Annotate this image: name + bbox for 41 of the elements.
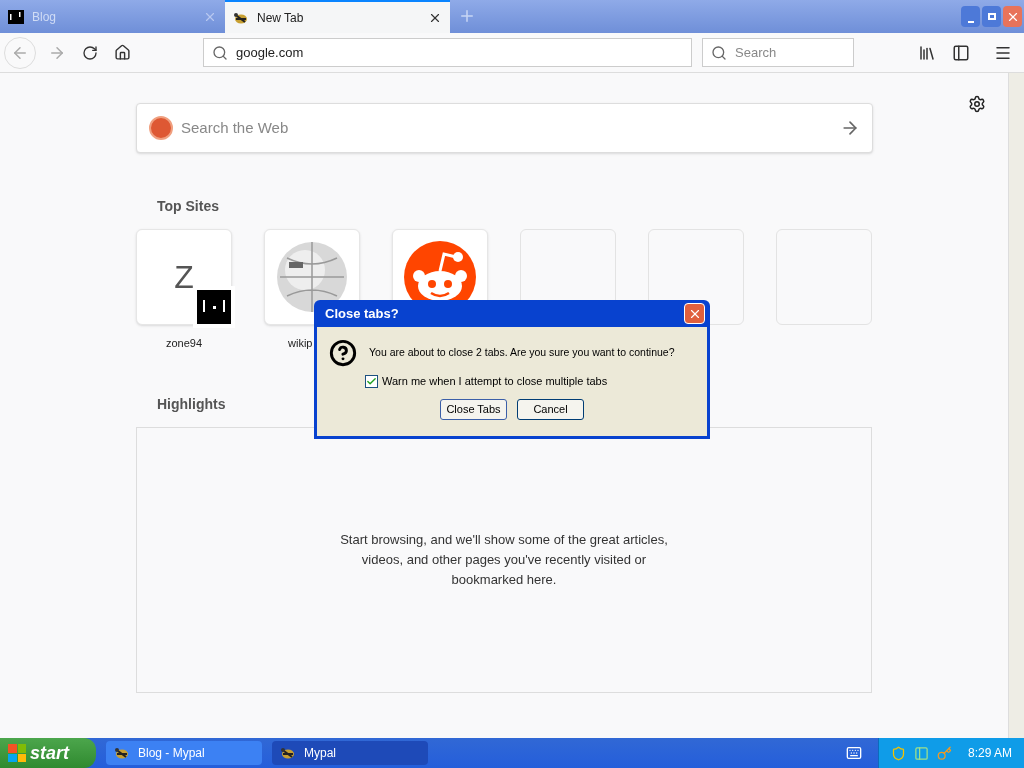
dialog-button[interactable]: Close Tabs xyxy=(440,398,507,420)
windows-logo xyxy=(8,744,26,762)
section-title: Highlights xyxy=(157,394,226,414)
checkbox[interactable] xyxy=(365,374,378,388)
section-title: Top Sites xyxy=(157,197,219,216)
settings-icon[interactable] xyxy=(968,95,986,113)
dialog-message: You are about to close 2 tabs. Are you sure you want to continue? xyxy=(369,345,675,361)
close-button[interactable] xyxy=(684,303,705,324)
clock: 8:29 AM xyxy=(967,745,1012,762)
minimize-button[interactable] xyxy=(961,6,980,27)
taskbar-button[interactable]: Mypal xyxy=(272,741,428,765)
site-label[interactable]: wikip xyxy=(288,335,313,352)
dialog-button[interactable]: Cancel xyxy=(517,398,584,420)
address-field[interactable]: google.com xyxy=(203,38,692,67)
restore-button[interactable] xyxy=(982,6,1001,27)
search-icon xyxy=(212,44,228,61)
duck-logo xyxy=(149,116,173,140)
sidebar-icon[interactable] xyxy=(952,43,970,62)
bug-icon xyxy=(233,10,249,25)
pong-icon xyxy=(8,9,24,24)
home-icon[interactable] xyxy=(114,44,131,61)
keyboard-icon[interactable] xyxy=(845,745,862,761)
pong-icon xyxy=(193,286,235,328)
dialog-title: Close tabs? xyxy=(325,304,399,323)
taskbar-button[interactable]: Blog - Mypal xyxy=(106,741,262,765)
bug-icon xyxy=(280,746,296,760)
site-label[interactable]: zone94 xyxy=(165,335,203,352)
library-icon[interactable] xyxy=(918,43,936,62)
empty-state-message: Start browsing, and we'll show some of the great articles, videos, and other pages you've recently visited or bookmarked here. xyxy=(339,530,669,589)
reload-icon[interactable] xyxy=(82,44,98,61)
checkbox-label[interactable]: Warn me when I attempt to close multiple tabs xyxy=(382,373,608,390)
start-button[interactable]: start xyxy=(0,738,96,768)
browser-tab[interactable]: New Tab xyxy=(225,0,450,33)
close-window-button[interactable] xyxy=(1003,6,1022,27)
search-field[interactable]: Search xyxy=(702,38,854,67)
bug-icon xyxy=(114,746,130,760)
web-search-field[interactable]: Search the Web xyxy=(136,103,873,153)
question-icon xyxy=(329,339,357,367)
search-icon xyxy=(711,44,727,61)
site-tile[interactable]: Z xyxy=(136,229,232,325)
tile-letter: Z xyxy=(174,258,194,297)
